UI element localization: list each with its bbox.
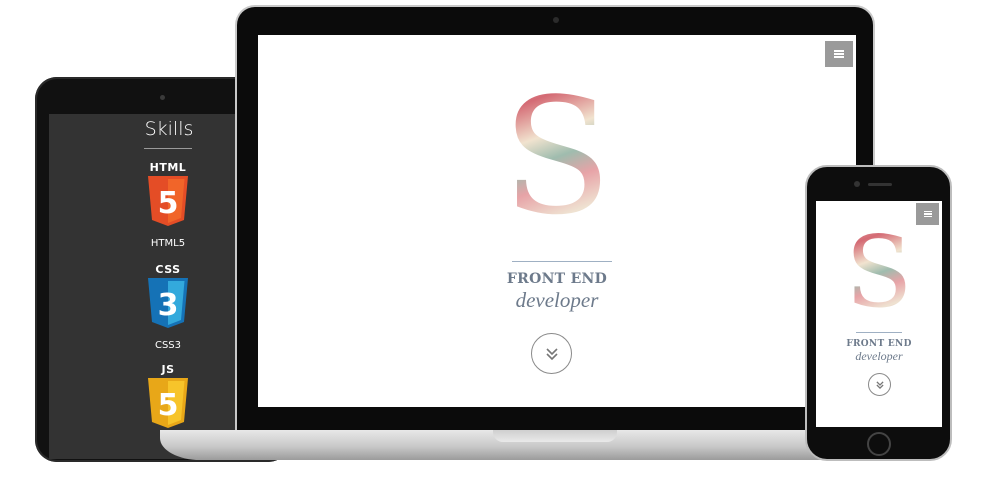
phone-home-button[interactable] xyxy=(867,432,891,456)
skill-js: JS 5 xyxy=(145,364,191,428)
html5-shield-icon: 5 xyxy=(148,176,188,226)
menu-button[interactable] xyxy=(825,41,853,67)
scroll-down-button[interactable] xyxy=(531,333,572,374)
phone-device: S FRONT END developer xyxy=(805,165,952,461)
phone-logo-letter: S xyxy=(839,223,919,323)
laptop-notch xyxy=(493,430,617,442)
double-chevron-down-icon xyxy=(875,380,884,389)
hamburger-menu-icon xyxy=(834,49,844,59)
js-numeral: 5 xyxy=(158,388,179,423)
skills-divider xyxy=(144,148,192,149)
skill-label-html5: HTML5 xyxy=(150,238,186,249)
phone-subheadline: developer xyxy=(855,349,903,363)
html5-numeral: 5 xyxy=(158,186,179,221)
double-chevron-down-icon xyxy=(545,347,558,360)
laptop-device: S FRONT END developer xyxy=(235,5,875,430)
phone-scroll-down-button[interactable] xyxy=(868,373,891,396)
skill-html5: HTML 5 HTML5 xyxy=(145,162,191,249)
tablet-camera xyxy=(160,95,165,100)
js-shield-icon: 5 xyxy=(148,378,188,428)
phone-headline-divider xyxy=(856,332,902,333)
skill-label-css3: CSS3 xyxy=(154,340,182,351)
logo-letter: S xyxy=(477,77,637,237)
laptop-camera xyxy=(553,17,559,23)
phone-headline: FRONT END xyxy=(846,339,912,349)
phone-screen: S FRONT END developer xyxy=(816,201,942,427)
hamburger-menu-icon xyxy=(923,210,932,219)
laptop-screen: S FRONT END developer xyxy=(258,35,856,407)
phone-speaker xyxy=(868,183,892,186)
subheadline: developer xyxy=(515,288,599,312)
css3-numeral: 3 xyxy=(158,288,179,323)
phone-menu-button[interactable] xyxy=(916,203,939,225)
html-badge-text: HTML xyxy=(149,161,187,174)
css-badge-text: CSS xyxy=(155,263,181,276)
skill-css3: CSS 3 CSS3 xyxy=(145,264,191,351)
headline-divider xyxy=(512,261,612,262)
js-badge-text: JS xyxy=(161,363,175,376)
headline: FRONT END xyxy=(506,271,608,287)
css3-shield-icon: 3 xyxy=(148,278,188,328)
phone-camera xyxy=(854,181,860,187)
